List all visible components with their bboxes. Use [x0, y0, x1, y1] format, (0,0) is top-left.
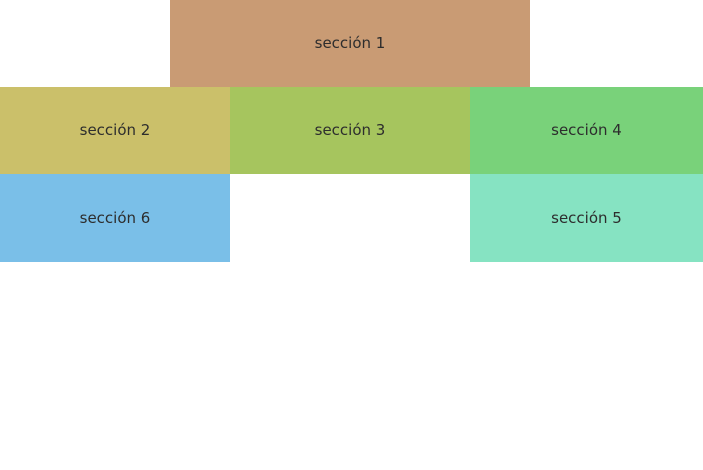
section-6-label: sección 6	[79, 208, 151, 227]
section-6: sección 6	[0, 174, 230, 262]
section-5: sección 5	[470, 174, 703, 262]
section-3: sección 3	[230, 87, 470, 174]
section-3-label: sección 3	[314, 121, 386, 139]
section-1: sección 1	[170, 0, 530, 87]
section-4: sección 4	[470, 87, 703, 174]
section-2: sección 2	[0, 87, 230, 174]
section-4-label: sección 4	[551, 121, 622, 139]
section-1-label: sección 1	[314, 34, 386, 52]
section-5-label: sección 5	[551, 208, 622, 227]
section-2-label: sección 2	[79, 121, 151, 139]
